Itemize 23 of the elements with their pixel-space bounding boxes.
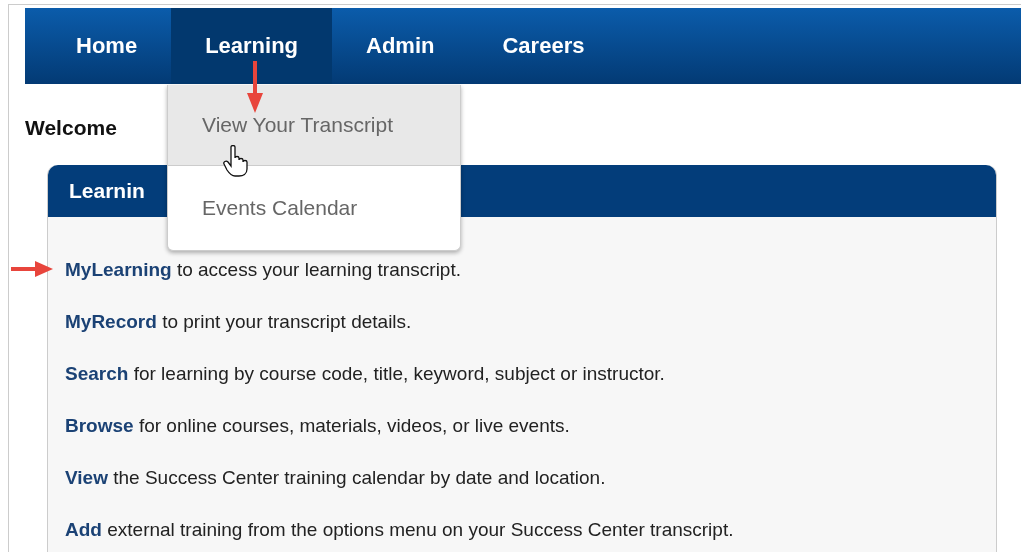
nav-tab[interactable]: Careers <box>468 8 619 84</box>
description-text: to print your transcript details. <box>161 311 412 332</box>
menu-item[interactable]: Events Calendar <box>168 166 460 250</box>
hand-cursor-icon <box>223 145 249 177</box>
link[interactable]: Browse <box>65 415 134 436</box>
link[interactable]: Search <box>65 363 129 384</box>
arrow-icon <box>11 261 53 277</box>
description-text: for online courses, materials, videos, or live events. <box>137 415 570 436</box>
link[interactable]: MyLearning <box>65 259 172 280</box>
welcome-heading: Welcome <box>25 116 117 140</box>
link[interactable]: View <box>65 467 108 488</box>
nav-tab[interactable]: Admin <box>332 8 469 84</box>
menu-item[interactable]: View Your Transcript <box>168 85 460 166</box>
description-text: to access your learning transcript. <box>175 259 461 280</box>
link[interactable]: MyRecord <box>65 311 157 332</box>
link[interactable]: Add <box>65 519 102 540</box>
nav-tab[interactable]: Learning <box>171 8 333 84</box>
description-text: external training from the options menu on your Success Center transcript. <box>106 519 734 540</box>
description-text: for learning by course code, title, keyword, subject or instructor. <box>132 363 665 384</box>
description-text: the Success Center training calendar by date and location. <box>112 467 606 488</box>
arrow-icon <box>247 61 263 113</box>
panel-title: Learnin <box>69 179 145 203</box>
nav-tab[interactable]: Home <box>42 8 172 84</box>
